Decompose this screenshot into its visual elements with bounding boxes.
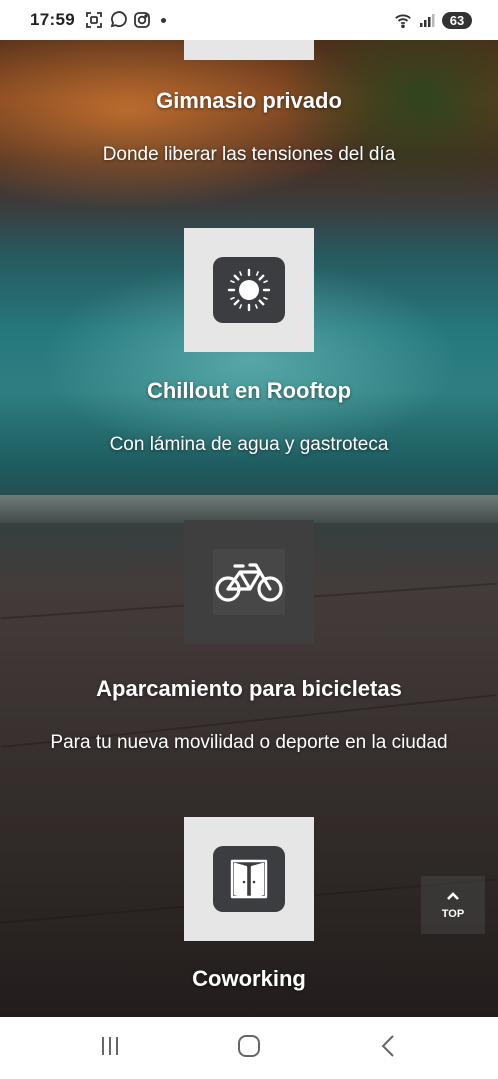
screenshot-icon bbox=[85, 11, 103, 29]
home-button[interactable] bbox=[219, 1028, 279, 1068]
page-content: Gimnasio privado Donde liberar las tensi… bbox=[0, 40, 498, 1017]
feature-title-gym: Gimnasio privado bbox=[156, 88, 342, 113]
battery-level: 63 bbox=[442, 11, 472, 29]
gym-icon-box bbox=[184, 40, 314, 60]
back-to-top-button[interactable]: TOP bbox=[421, 876, 485, 934]
feature-subtitle-rooftop: Con lámina de agua y gastroteca bbox=[109, 434, 389, 455]
navigation-bar bbox=[0, 1017, 498, 1079]
feature-title-rooftop: Chillout en Rooftop bbox=[146, 378, 352, 403]
feature-title-coworking: Coworking bbox=[192, 966, 306, 991]
feature-subtitle-gym: Donde liberar las tensiones del día bbox=[102, 144, 396, 165]
rooftop-icon-box bbox=[184, 228, 314, 352]
signal-icon bbox=[418, 11, 436, 29]
feature-title-bikes: Aparcamiento para bicicletas bbox=[96, 676, 402, 701]
notification-dot bbox=[160, 17, 166, 23]
status-time: 17:59 bbox=[30, 10, 75, 29]
recent-apps-icon bbox=[99, 1035, 121, 1062]
wifi-icon bbox=[394, 11, 412, 29]
back-icon bbox=[380, 1034, 396, 1063]
sun-icon bbox=[213, 257, 285, 323]
whatsapp-icon bbox=[109, 11, 127, 29]
recent-apps-button[interactable] bbox=[80, 1028, 140, 1068]
home-icon bbox=[237, 1034, 261, 1063]
feature-subtitle-bikes: Para tu nueva movilidad o deporte en la … bbox=[50, 732, 448, 753]
bicycle-icon bbox=[213, 549, 285, 615]
door-icon bbox=[213, 846, 285, 912]
back-button[interactable] bbox=[358, 1028, 418, 1068]
chevron-up-icon bbox=[446, 891, 460, 904]
coworking-icon-box bbox=[184, 817, 314, 941]
status-bar: 17:59 63 bbox=[0, 0, 498, 40]
instagram-icon bbox=[133, 11, 151, 29]
bike-icon-box bbox=[184, 520, 314, 644]
top-label: TOP bbox=[441, 907, 465, 920]
